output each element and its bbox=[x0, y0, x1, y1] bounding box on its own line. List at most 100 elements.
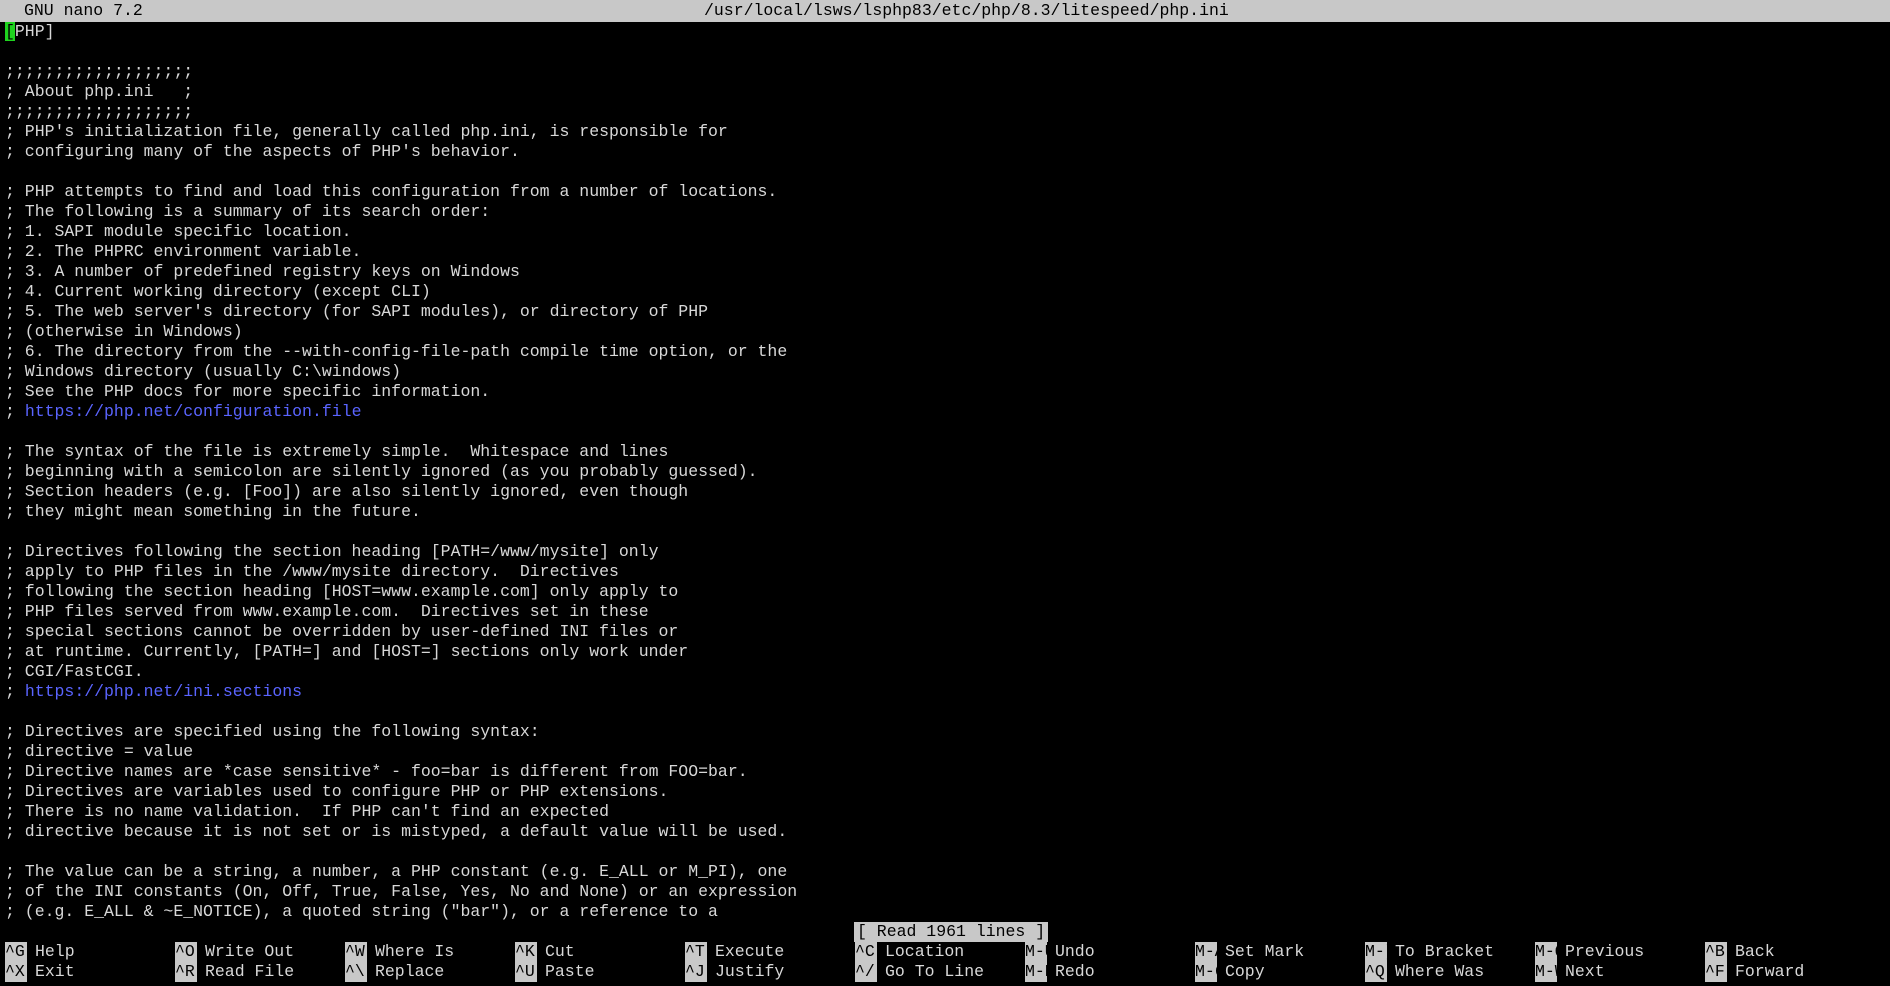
editor-line[interactable]: ; they might mean something in the futur… bbox=[5, 502, 1885, 522]
shortcut-item[interactable]: M-UUndo bbox=[1025, 942, 1095, 962]
shortcut-key: M-E bbox=[1025, 962, 1055, 982]
shortcut-key: ^O bbox=[175, 942, 197, 962]
shortcut-key: ^B bbox=[1705, 942, 1727, 962]
comment-prefix: ; bbox=[5, 402, 25, 421]
editor-line[interactable]: ; 5. The web server's directory (for SAP… bbox=[5, 302, 1885, 322]
editor-line[interactable]: ; https://php.net/ini.sections bbox=[5, 682, 1885, 702]
editor-line[interactable]: ; beginning with a semicolon are silentl… bbox=[5, 462, 1885, 482]
shortcut-label: Previous bbox=[1565, 942, 1645, 961]
shortcut-item[interactable]: ^G Help bbox=[5, 942, 75, 962]
shortcut-item[interactable]: ^B Back bbox=[1705, 942, 1775, 962]
editor-line[interactable]: ; at runtime. Currently, [PATH=] and [HO… bbox=[5, 642, 1885, 662]
title-bar: GNU nano 7.2 /usr/local/lsws/lsphp83/etc… bbox=[0, 0, 1890, 22]
shortcut-item[interactable]: ^W Where Is bbox=[345, 942, 454, 962]
shortcut-label: Replace bbox=[375, 962, 445, 981]
shortcut-key: M-A bbox=[1195, 942, 1225, 962]
editor-line[interactable]: ; directive = value bbox=[5, 742, 1885, 762]
editor-line[interactable]: ; of the INI constants (On, Off, True, F… bbox=[5, 882, 1885, 902]
editor-line[interactable]: ; See the PHP docs for more specific inf… bbox=[5, 382, 1885, 402]
editor-line[interactable]: ; PHP attempts to find and load this con… bbox=[5, 182, 1885, 202]
editor-line[interactable]: ; (otherwise in Windows) bbox=[5, 322, 1885, 342]
editor-line[interactable] bbox=[5, 842, 1885, 862]
editor-line[interactable]: ; About php.ini ; bbox=[5, 82, 1885, 102]
shortcut-item[interactable]: ^/ Go To Line bbox=[855, 962, 984, 982]
shortcut-item[interactable]: ^K Cut bbox=[515, 942, 575, 962]
url-link[interactable]: https://php.net/configuration.file bbox=[25, 402, 362, 421]
editor-line[interactable]: ; 6. The directory from the --with-confi… bbox=[5, 342, 1885, 362]
shortcut-label: Where Is bbox=[375, 942, 455, 961]
editor-line[interactable]: ; https://php.net/configuration.file bbox=[5, 402, 1885, 422]
editor-line[interactable]: ; apply to PHP files in the /www/mysite … bbox=[5, 562, 1885, 582]
shortcut-label: Go To Line bbox=[885, 962, 985, 981]
editor-line[interactable]: ; special sections cannot be overridden … bbox=[5, 622, 1885, 642]
shortcut-item[interactable]: M-WNext bbox=[1535, 962, 1605, 982]
editor-line[interactable] bbox=[5, 422, 1885, 442]
status-message: [ Read 1961 lines ] bbox=[854, 922, 1049, 942]
editor-line[interactable]: ;;;;;;;;;;;;;;;;;;; bbox=[5, 62, 1885, 82]
editor-line[interactable]: ; PHP's initialization file, generally c… bbox=[5, 122, 1885, 142]
editor-line[interactable]: ; Directive names are *case sensitive* -… bbox=[5, 762, 1885, 782]
editor-line[interactable]: ; CGI/FastCGI. bbox=[5, 662, 1885, 682]
editor-line[interactable]: ; 2. The PHPRC environment variable. bbox=[5, 242, 1885, 262]
editor-line[interactable]: ; directive because it is not set or is … bbox=[5, 822, 1885, 842]
shortcut-item[interactable]: ^C Location bbox=[855, 942, 964, 962]
editor-line[interactable]: ; 4. Current working directory (except C… bbox=[5, 282, 1885, 302]
url-link[interactable]: https://php.net/ini.sections bbox=[25, 682, 302, 701]
shortcut-key: ^G bbox=[5, 942, 27, 962]
editor-line[interactable]: ; Windows directory (usually C:\windows) bbox=[5, 362, 1885, 382]
shortcut-key: M-Q bbox=[1535, 942, 1565, 962]
shortcut-item[interactable]: M-QPrevious bbox=[1535, 942, 1644, 962]
shortcut-item[interactable]: ^J Justify bbox=[685, 962, 784, 982]
shortcut-label: Back bbox=[1735, 942, 1775, 961]
shortcut-item[interactable]: ^R Read File bbox=[175, 962, 294, 982]
editor-area[interactable]: [PHP] ;;;;;;;;;;;;;;;;;;;; About php.ini… bbox=[5, 22, 1885, 922]
file-path: /usr/local/lsws/lsphp83/etc/php/8.3/lite… bbox=[704, 1, 1229, 20]
editor-line[interactable] bbox=[5, 42, 1885, 62]
editor-line[interactable]: ;;;;;;;;;;;;;;;;;;; bbox=[5, 102, 1885, 122]
editor-lines-group: ; The syntax of the file is extremely si… bbox=[5, 422, 1885, 682]
shortcut-label: Next bbox=[1565, 962, 1605, 981]
shortcut-item[interactable]: ^Q Where Was bbox=[1365, 962, 1484, 982]
editor-line[interactable]: ; The following is a summary of its sear… bbox=[5, 202, 1885, 222]
editor-lines-group: ; Directives are specified using the fol… bbox=[5, 702, 1885, 922]
shortcut-key: ^U bbox=[515, 962, 537, 982]
editor-line[interactable]: ; following the section heading [HOST=ww… bbox=[5, 582, 1885, 602]
editor-line[interactable] bbox=[5, 162, 1885, 182]
editor-line[interactable] bbox=[5, 702, 1885, 722]
editor-line[interactable]: ; configuring many of the aspects of PHP… bbox=[5, 142, 1885, 162]
editor-line[interactable]: ; 3. A number of predefined registry key… bbox=[5, 262, 1885, 282]
shortcut-key: ^K bbox=[515, 942, 537, 962]
editor-line[interactable] bbox=[5, 522, 1885, 542]
shortcut-label: Paste bbox=[545, 962, 595, 981]
editor-line[interactable]: ; The value can be a string, a number, a… bbox=[5, 862, 1885, 882]
shortcut-item[interactable]: ^X Exit bbox=[5, 962, 75, 982]
shortcut-key: ^/ bbox=[855, 962, 877, 982]
shortcut-item[interactable]: ^\ Replace bbox=[345, 962, 444, 982]
editor-line[interactable]: ; (e.g. E_ALL & ~E_NOTICE), a quoted str… bbox=[5, 902, 1885, 922]
editor-line[interactable]: ; Section headers (e.g. [Foo]) are also … bbox=[5, 482, 1885, 502]
editor-line[interactable]: [PHP] bbox=[5, 22, 1885, 42]
shortcut-item[interactable]: ^U Paste bbox=[515, 962, 595, 982]
editor-line[interactable]: ; Directives following the section headi… bbox=[5, 542, 1885, 562]
editor-line[interactable]: ; Directives are variables used to confi… bbox=[5, 782, 1885, 802]
shortcut-item[interactable]: M-ASet Mark bbox=[1195, 942, 1304, 962]
editor-line[interactable]: ; PHP files served from www.example.com.… bbox=[5, 602, 1885, 622]
shortcut-key: ^F bbox=[1705, 962, 1727, 982]
shortcut-label: Execute bbox=[715, 942, 785, 961]
editor-line[interactable]: ; Directives are specified using the fol… bbox=[5, 722, 1885, 742]
shortcut-item[interactable]: M-]To Bracket bbox=[1365, 942, 1494, 962]
shortcut-item[interactable]: ^T Execute bbox=[685, 942, 784, 962]
editor-line[interactable]: ; There is no name validation. If PHP ca… bbox=[5, 802, 1885, 822]
shortcut-key: ^Q bbox=[1365, 962, 1387, 982]
shortcut-key: ^C bbox=[855, 942, 877, 962]
shortcut-item[interactable]: ^F Forward bbox=[1705, 962, 1804, 982]
shortcut-item[interactable]: M-ERedo bbox=[1025, 962, 1095, 982]
shortcut-label: Cut bbox=[545, 942, 575, 961]
shortcut-item[interactable]: M-6Copy bbox=[1195, 962, 1265, 982]
editor-line[interactable]: ; 1. SAPI module specific location. bbox=[5, 222, 1885, 242]
editor-line[interactable]: ; The syntax of the file is extremely si… bbox=[5, 442, 1885, 462]
shortcut-item[interactable]: ^O Write Out bbox=[175, 942, 294, 962]
editor-line-text: PHP] bbox=[14, 22, 55, 41]
shortcut-label: Read File bbox=[205, 962, 295, 981]
shortcut-key: M-6 bbox=[1195, 962, 1225, 982]
